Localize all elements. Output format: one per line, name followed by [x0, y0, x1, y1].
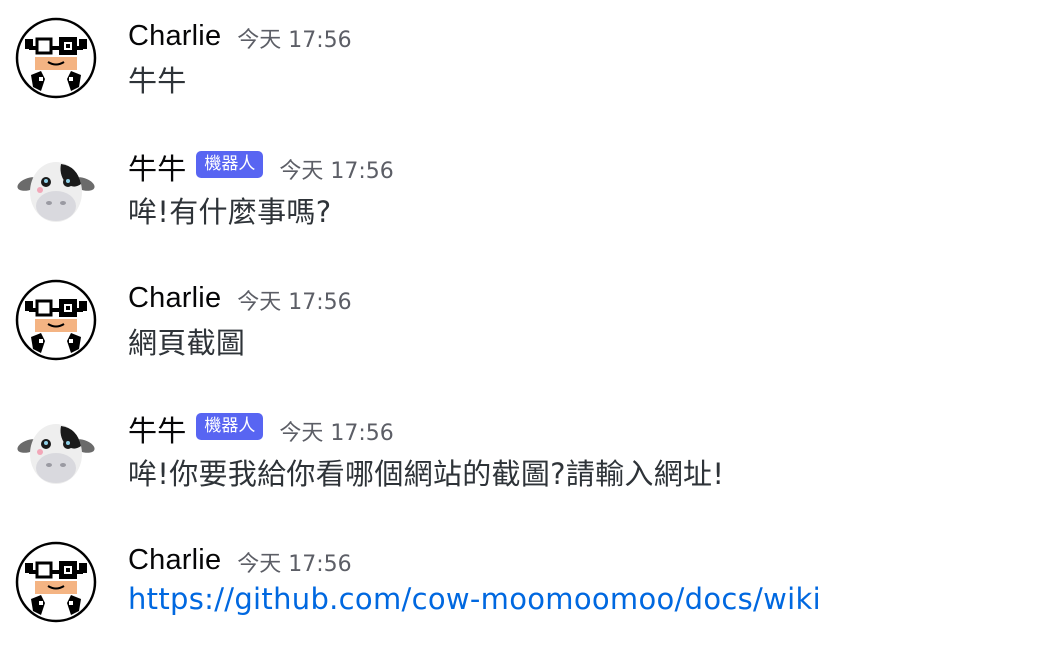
- username[interactable]: Charlie: [128, 20, 221, 53]
- message-content: 哞!你要我給你看哪個網站的截圖?請輸入網址!: [128, 457, 725, 491]
- message-content: 網頁截圖: [128, 326, 246, 360]
- message-content: 哞!有什麼事嗎?: [128, 195, 332, 229]
- timestamp: 今天 17:56: [237, 28, 352, 53]
- username[interactable]: Charlie: [128, 282, 221, 315]
- charlie-cow-avatar-icon[interactable]: [15, 279, 97, 361]
- username[interactable]: 牛牛: [128, 146, 186, 188]
- message-header: Charlie 今天 17:56: [128, 540, 352, 580]
- message-item: 牛牛 機器人 今天 17:56 哞!你要我給你看哪個網站的截圖?請輸入網址!: [0, 393, 1059, 513]
- username[interactable]: 牛牛: [128, 408, 186, 450]
- bot-tag: 機器人: [196, 150, 264, 178]
- username[interactable]: Charlie: [128, 544, 221, 577]
- message-item: Charlie 今天 17:56 網頁截圖: [0, 262, 1059, 382]
- message-item: Charlie 今天 17:56 牛牛: [0, 0, 1059, 120]
- plush-cow-avatar-icon[interactable]: [15, 410, 97, 492]
- message-item: Charlie 今天 17:56 https://github.com/cow-…: [0, 524, 1059, 644]
- message-header: Charlie 今天 17:56: [128, 278, 352, 318]
- message-content: https://github.com/cow-moomoomoo/docs/wi…: [128, 582, 821, 616]
- plush-cow-avatar-icon[interactable]: [15, 148, 97, 230]
- message-header: 牛牛 機器人 今天 17:56: [128, 409, 394, 449]
- charlie-cow-avatar-icon[interactable]: [15, 541, 97, 623]
- message-item: 牛牛 機器人 今天 17:56 哞!有什麼事嗎?: [0, 131, 1059, 251]
- timestamp: 今天 17:56: [237, 552, 352, 577]
- charlie-cow-avatar-icon[interactable]: [15, 17, 97, 99]
- timestamp: 今天 17:56: [279, 159, 394, 184]
- message-content: 牛牛: [128, 64, 187, 98]
- timestamp: 今天 17:56: [237, 290, 352, 315]
- message-header: 牛牛 機器人 今天 17:56: [128, 147, 394, 187]
- timestamp: 今天 17:56: [279, 421, 394, 446]
- bot-tag: 機器人: [196, 412, 264, 440]
- message-header: Charlie 今天 17:56: [128, 16, 352, 56]
- message-link[interactable]: https://github.com/cow-moomoomoo/docs/wi…: [128, 582, 821, 616]
